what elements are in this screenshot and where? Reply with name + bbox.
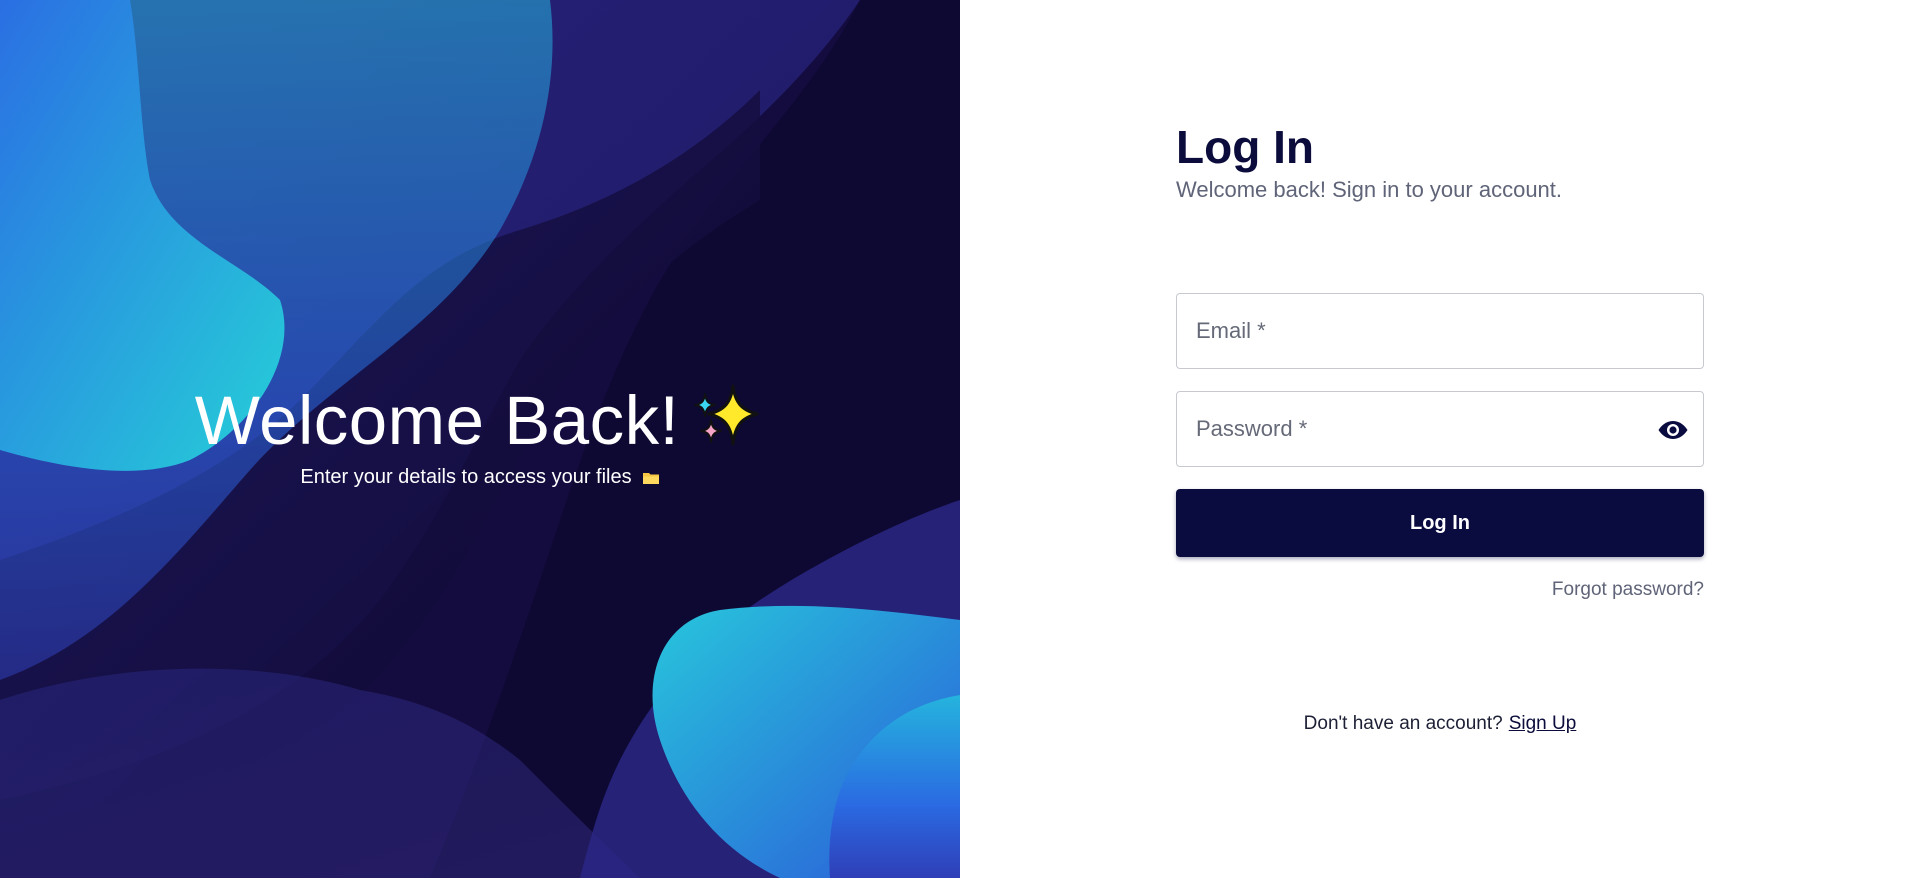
login-button[interactable]: Log In bbox=[1176, 489, 1704, 558]
email-field-wrapper bbox=[1176, 293, 1704, 370]
page-title: Log In bbox=[1176, 121, 1314, 173]
login-page: Welcome Back! Enter your details to acce… bbox=[0, 0, 1920, 878]
hero-subtitle: Enter your details to access your files bbox=[300, 466, 632, 488]
folder-icon bbox=[642, 472, 659, 484]
hero-title: Welcome Back! bbox=[194, 381, 680, 459]
signup-row: Don't have an account? Sign Up bbox=[1176, 713, 1704, 735]
eye-icon[interactable] bbox=[1657, 417, 1689, 443]
forgot-password-row: Forgot password? bbox=[1176, 579, 1704, 601]
signup-link[interactable]: Sign Up bbox=[1509, 713, 1577, 734]
hero-subtitle-row: Enter your details to access your files bbox=[300, 466, 659, 489]
login-form: Log In Welcome back! Sign in to your acc… bbox=[1176, 120, 1704, 735]
hero-panel: Welcome Back! Enter your details to acce… bbox=[0, 0, 960, 878]
password-field[interactable] bbox=[1177, 392, 1703, 467]
hero-title-row: Welcome Back! bbox=[195, 380, 766, 460]
password-field-wrapper bbox=[1176, 391, 1704, 468]
email-field[interactable] bbox=[1177, 294, 1703, 369]
sparkles-icon bbox=[694, 384, 759, 446]
hero-text: Welcome Back! Enter your details to acce… bbox=[0, 380, 960, 489]
page-subtitle: Welcome back! Sign in to your account. bbox=[1176, 177, 1563, 203]
forgot-password-link[interactable]: Forgot password? bbox=[1552, 579, 1704, 600]
signup-prompt: Don't have an account? bbox=[1303, 713, 1503, 735]
login-panel: Log In Welcome back! Sign in to your acc… bbox=[960, 0, 1920, 878]
